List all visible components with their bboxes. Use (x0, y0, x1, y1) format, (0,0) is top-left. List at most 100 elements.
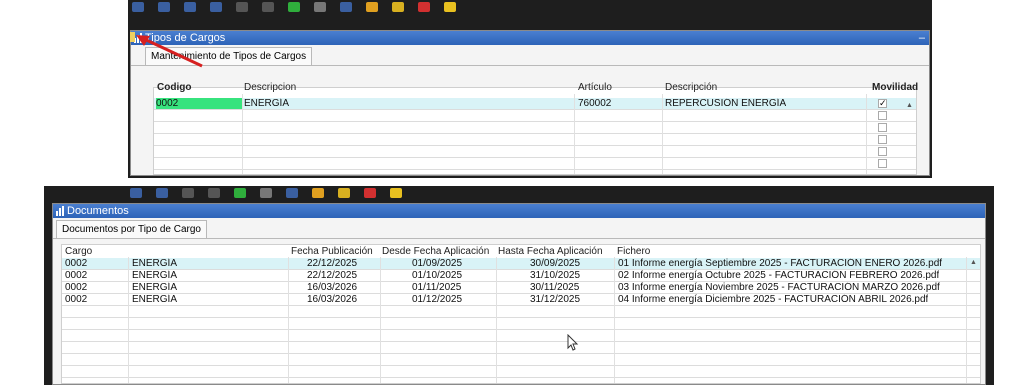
nav-first-icon[interactable] (130, 188, 142, 198)
cell-cargo: 0002 (65, 258, 88, 269)
table-row[interactable] (154, 134, 916, 146)
delete-icon[interactable] (418, 2, 430, 12)
movilidad-checkbox[interactable]: ✓ (878, 99, 887, 108)
cell-fichero[interactable]: 02 Informe energía Octubre 2025 - FACTUR… (618, 270, 939, 281)
col-header-hasta-fecha-aplicacion[interactable]: Hasta Fecha Aplicación (498, 246, 603, 257)
save-icon[interactable] (392, 2, 404, 12)
tab-bar: Mantenimiento de Tipos de Cargos (131, 45, 929, 66)
col-divider (662, 94, 663, 174)
cell-desde: 01/10/2025 (412, 270, 463, 281)
cell-fichero[interactable]: 03 Informe energía Noviembre 2025 - FACT… (618, 282, 940, 293)
cell-descripcion2: REPERCUSIÓN ENERGÍA (665, 98, 787, 109)
bottom-toolbar (130, 186, 830, 200)
copy-icon[interactable] (208, 188, 220, 198)
edit-icon[interactable] (366, 2, 378, 12)
nav-next-icon[interactable] (184, 2, 196, 12)
col-header-descripcion[interactable]: Descripcion (244, 82, 296, 93)
edit-icon[interactable] (312, 188, 324, 198)
table-row[interactable]: 0002 ENERGÍA 16/03/2026 01/12/2025 31/12… (62, 294, 980, 306)
movilidad-checkbox[interactable] (878, 135, 887, 144)
table-row[interactable]: 0002 ENERGÍA 760002 REPERCUSIÓN ENERGÍA … (154, 98, 916, 110)
grid-icon[interactable] (260, 188, 272, 198)
tipos-cargos-window: Tipos de Cargos – Mantenimiento de Tipos… (130, 30, 930, 176)
add-icon[interactable] (288, 2, 300, 12)
col-header-codigo[interactable]: Codigo (157, 82, 191, 93)
nav-prev-icon[interactable] (158, 2, 170, 12)
col-header-fichero[interactable]: Fichero (617, 246, 650, 257)
cell-desc: ENERGÍA (132, 258, 178, 269)
table-row[interactable]: 0002 ENERGÍA 16/03/2026 01/11/2025 30/11… (62, 282, 980, 294)
mouse-cursor-icon (567, 334, 579, 351)
print-icon[interactable] (236, 2, 248, 12)
cell-desde: 01/09/2025 (412, 258, 463, 269)
cell-desc: ENERGÍA (132, 294, 178, 305)
table-row[interactable] (62, 366, 980, 378)
col-divider (128, 257, 129, 383)
copy-icon[interactable] (262, 2, 274, 12)
nav-first-icon[interactable] (132, 2, 144, 12)
movilidad-checkbox[interactable] (878, 147, 887, 156)
small-folder-icon (130, 32, 135, 42)
table-row[interactable] (62, 306, 980, 318)
cell-desc: ENERGÍA (132, 282, 178, 293)
table-row[interactable]: 0002 ENERGÍA 22/12/2025 01/10/2025 31/10… (62, 270, 980, 282)
nav-prev-icon[interactable] (156, 188, 168, 198)
cell-hasta: 30/09/2025 (530, 258, 581, 269)
table-row[interactable] (154, 158, 916, 170)
info-icon[interactable] (444, 2, 456, 12)
documentos-window: Documentos Documentos por Tipo de Cargo … (52, 203, 986, 385)
red-arrow-annotation (136, 35, 203, 68)
cell-hasta: 30/11/2025 (530, 282, 580, 293)
table-row[interactable]: 0002 ENERGÍA 22/12/2025 01/09/2025 30/09… (62, 258, 980, 270)
movilidad-checkbox[interactable] (878, 159, 887, 168)
col-divider (966, 257, 967, 383)
tipos-cargos-titlebar: Tipos de Cargos – (131, 31, 929, 45)
chart-icon (56, 206, 64, 216)
add-icon[interactable] (234, 188, 246, 198)
cell-hasta: 31/10/2025 (530, 270, 581, 281)
col-divider (242, 94, 243, 174)
table-row[interactable] (154, 146, 916, 158)
table-row[interactable] (154, 122, 916, 134)
minimize-icon[interactable]: – (919, 31, 925, 45)
scroll-up-icon[interactable]: ▲ (906, 102, 913, 109)
table-body: 0002 ENERGÍA 22/12/2025 01/09/2025 30/09… (62, 257, 980, 383)
col-header-desde-fecha-aplicacion[interactable]: Desde Fecha Aplicación (382, 246, 489, 257)
col-divider (866, 94, 867, 174)
movilidad-checkbox[interactable] (878, 123, 887, 132)
col-divider (574, 94, 575, 174)
table-row[interactable] (62, 318, 980, 330)
cell-hasta: 31/12/2025 (530, 294, 581, 305)
documentos-titlebar: Documentos (53, 204, 985, 218)
col-header-fecha-publicacion[interactable]: Fecha Publicación (291, 246, 373, 257)
print-icon[interactable] (182, 188, 194, 198)
nav-last-icon[interactable] (210, 2, 222, 12)
search-icon[interactable] (340, 2, 352, 12)
table-row[interactable] (62, 330, 980, 342)
col-header-cargo[interactable]: Cargo (65, 246, 92, 257)
delete-icon[interactable] (364, 188, 376, 198)
movilidad-checkbox[interactable] (878, 111, 887, 120)
search-icon[interactable] (286, 188, 298, 198)
save-icon[interactable] (338, 188, 350, 198)
cell-desc: ENERGÍA (132, 270, 178, 281)
table-row[interactable] (62, 354, 980, 366)
col-header-movilidad[interactable]: Movilidad (872, 82, 918, 93)
cell-desde: 01/11/2025 (412, 282, 462, 293)
cell-fichero[interactable]: 01 Informe energía Septiembre 2025 - FAC… (618, 258, 942, 269)
cell-desde: 01/12/2025 (412, 294, 463, 305)
cell-fichero[interactable]: 04 Informe energía Diciembre 2025 - FACT… (618, 294, 928, 305)
col-header-articulo[interactable]: Artículo (578, 82, 612, 93)
cell-articulo: 760002 (578, 98, 612, 109)
info-icon[interactable] (390, 188, 402, 198)
tab-documentos-tipo-cargo[interactable]: Documentos por Tipo de Cargo (56, 220, 207, 238)
col-divider (496, 257, 497, 383)
scroll-up-icon[interactable]: ▲ (970, 259, 977, 266)
table-row[interactable] (154, 110, 916, 122)
documentos-table: Cargo Fecha Publicación Desde Fecha Apli… (61, 244, 981, 384)
window-title: Documentos (67, 205, 129, 217)
table-row[interactable] (62, 342, 980, 354)
col-header-descripcion2[interactable]: Descripción (665, 82, 717, 93)
grid-icon[interactable] (314, 2, 326, 12)
cell-descripcion: ENERGÍA (244, 98, 290, 109)
